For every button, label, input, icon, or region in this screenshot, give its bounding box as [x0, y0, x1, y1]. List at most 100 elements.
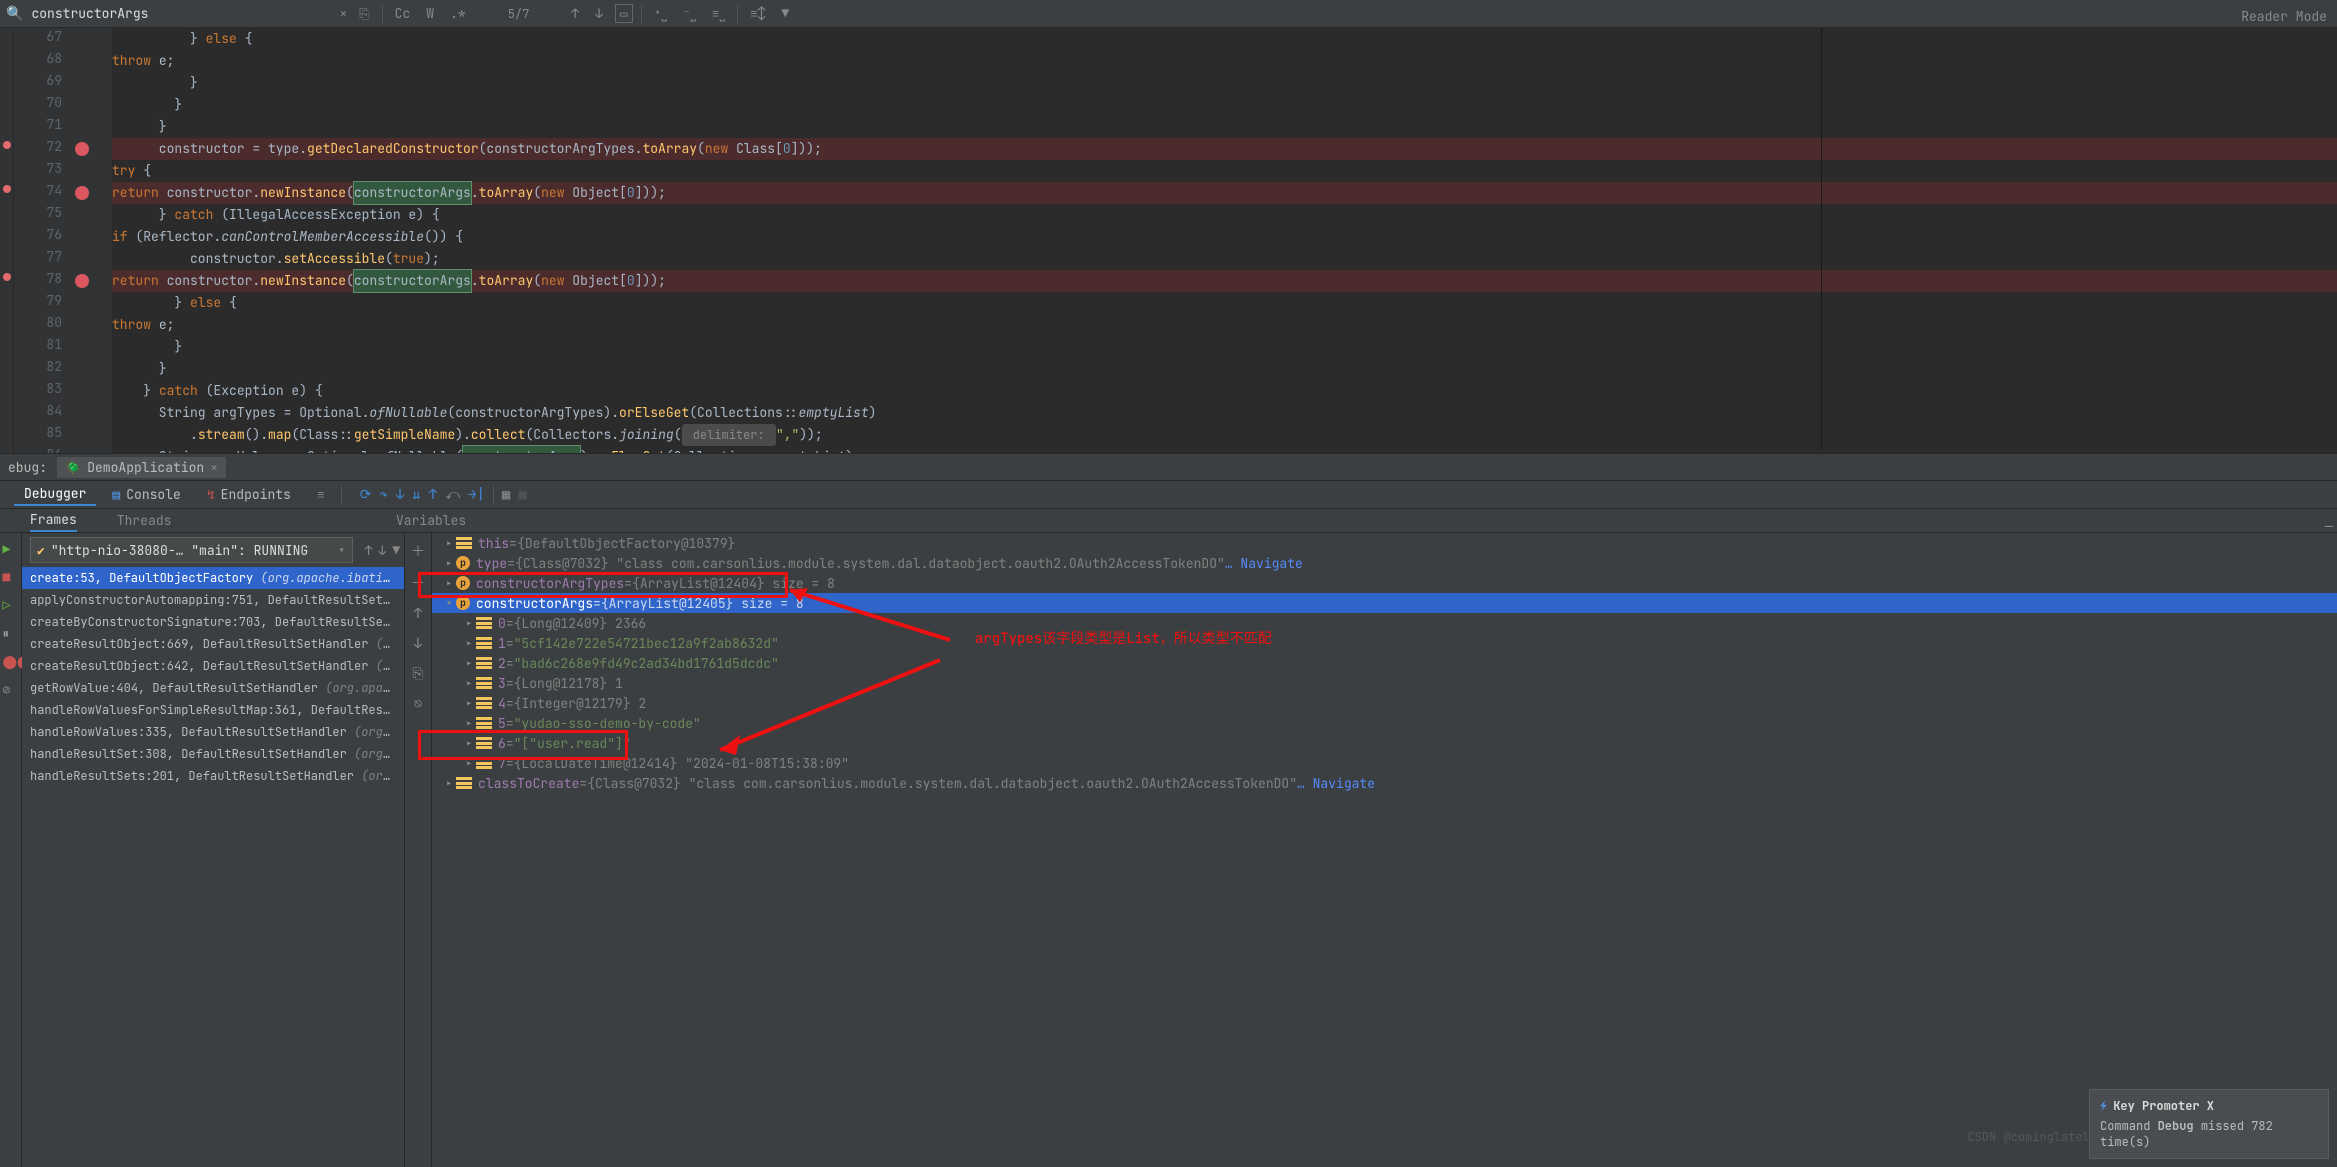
frames-tab[interactable]: Frames [30, 509, 77, 532]
hide-panel-icon[interactable]: — [2325, 518, 2333, 536]
resume-icon[interactable]: ▷ [3, 597, 19, 613]
stack-frame[interactable]: createResultObject:669, DefaultResultSet… [22, 633, 404, 655]
editor-split-line [1821, 28, 1822, 450]
run-to-cursor-icon[interactable]: →| [468, 486, 485, 504]
filter-icon[interactable]: ▼ [777, 5, 793, 22]
stack-frame[interactable]: createResultObject:642, DefaultResultSet… [22, 655, 404, 677]
stepping-toolbar: ⟳ ↷ ↓ ⇊ ↑ ⤺ →| ▦ ▦ [360, 486, 527, 504]
run-config-name: DemoApplication [87, 459, 204, 476]
chevron-down-icon: ▾ [338, 542, 346, 559]
variable-row[interactable]: 3 = {Long@12178} 1 [432, 673, 2337, 693]
drop-frame-icon[interactable]: ⤺ [445, 486, 460, 504]
find-input[interactable] [31, 5, 331, 22]
find-bar: 🔍 × ⎘ Cc W .* 5/7 ↑ ↓ ▭ ⁺⎵ ⁻⎵ ≡⎵ ≡↕ ▼ [0, 0, 2337, 28]
variable-row[interactable]: this = {DefaultObjectFactory@10379} [432, 533, 2337, 553]
regex-button[interactable]: .* [446, 5, 470, 22]
stack-frame[interactable]: applyConstructorAutomapping:751, Default… [22, 589, 404, 611]
next-match-icon[interactable]: ↓ [591, 5, 607, 22]
force-step-into-icon[interactable]: ⇊ [412, 486, 420, 504]
pin-icon[interactable]: ⎘ [355, 5, 373, 22]
variable-row[interactable]: 4 = {Integer@12179} 2 [432, 693, 2337, 713]
link-icon[interactable]: ⎋ [414, 695, 422, 713]
notification[interactable]: ⚡Key Promoter X Command Debug missed 782… [2089, 1089, 2329, 1159]
debug-title-bar: ebug: 🪲 DemoApplication × [0, 453, 2337, 481]
reader-mode-label[interactable]: Reader Mode [2241, 8, 2327, 25]
bug-icon: 🪲 [65, 459, 81, 476]
stack-frame[interactable]: createByConstructorSignature:703, Defaul… [22, 611, 404, 633]
select-all-button[interactable]: ▭ [615, 4, 633, 23]
step-out-icon[interactable]: ↑ [429, 486, 437, 504]
step-into-icon[interactable]: ↓ [396, 486, 404, 504]
variable-row[interactable]: pconstructorArgTypes = {ArrayList@12404}… [432, 573, 2337, 593]
stack-frame[interactable]: getRowValue:404, DefaultResultSetHandler… [22, 677, 404, 699]
fold-gutter[interactable] [94, 28, 112, 453]
thread-selector[interactable]: ✔ "http-nio-38080-… "main": RUNNING ▾ [30, 537, 353, 563]
debug-side-toolbar: ▶ ■ ▷ ⏸ ⬤⬤ ⊘ [0, 533, 22, 1167]
match-count: 5/7 [508, 6, 530, 22]
stack-frame[interactable]: handleResultSet:308, DefaultResultSetHan… [22, 743, 404, 765]
debug-toolwindow: ebug: 🪲 DemoApplication × Debugger ▤Cons… [0, 453, 2337, 1167]
watermark: CSDN @cominglately [1967, 1129, 2097, 1145]
variable-row[interactable]: ptype = {Class@7032} "class com.carsonli… [432, 553, 2337, 573]
show-execution-icon[interactable]: ⟳ [360, 486, 372, 504]
search-icon: 🔍 [6, 5, 23, 23]
breakpoint-gutter[interactable] [72, 28, 94, 453]
down-icon[interactable]: ↓ [414, 635, 422, 653]
thread-status-icon: ✔ [37, 542, 45, 559]
notif-body: Command Debug missed 782 time(s) [2100, 1118, 2318, 1150]
match-case-button[interactable]: Cc [391, 5, 415, 22]
remove-watch-icon[interactable]: － [411, 573, 425, 593]
step-over-icon[interactable]: ↷ [379, 486, 387, 504]
frames-panel: ✔ "http-nio-38080-… "main": RUNNING ▾ ↑ … [22, 533, 404, 1167]
view-breakpoints-icon[interactable]: ⬤⬤ [3, 653, 19, 669]
notif-title: Key Promoter X [2113, 1098, 2214, 1114]
thread-name: "http-nio-38080-… "main": RUNNING [51, 542, 308, 559]
vars-toolbar: ＋ － ↑ ↓ ⎘ ⎋ [404, 533, 432, 1167]
tab-console[interactable]: ▤Console [102, 484, 190, 505]
add-selection-icon[interactable]: ⁺⎵ [650, 5, 671, 22]
rerun-icon[interactable]: ▶ [3, 541, 19, 557]
prev-match-icon[interactable]: ↑ [567, 5, 583, 22]
add-watch-icon[interactable]: ＋ [411, 541, 425, 561]
tab-endpoints[interactable]: ↯Endpoints [197, 484, 301, 505]
stack-frame[interactable]: create:53, DefaultObjectFactory (org.apa… [22, 567, 404, 589]
variable-row[interactable]: 5 = "yudao-sso-demo-by-code" [432, 713, 2337, 733]
prev-frame-icon[interactable]: ↑ [365, 542, 373, 559]
variable-row[interactable]: 6 = "["user.read"]" [432, 733, 2337, 753]
code-area[interactable]: } else { throw e; } } } constructor = ty… [112, 28, 2337, 453]
stack-frame[interactable]: handleRowValues:335, DefaultResultSetHan… [22, 721, 404, 743]
select-all-occur-icon[interactable]: ≡⎵ [708, 5, 729, 22]
stack-frame[interactable]: handleResultSets:201, DefaultResultSetHa… [22, 765, 404, 787]
pause-icon[interactable]: ⏸ [3, 625, 19, 641]
remove-selection-icon[interactable]: ⁻⎵ [679, 5, 700, 22]
evaluate-icon[interactable]: ▦ [502, 486, 510, 504]
run-config-tab[interactable]: 🪲 DemoApplication × [57, 457, 226, 478]
variables-panel[interactable]: this = {DefaultObjectFactory@10379}ptype… [432, 533, 2337, 1167]
clear-search-icon[interactable]: × [339, 5, 347, 22]
close-tab-icon[interactable]: × [210, 459, 218, 476]
frame-filter-icon[interactable]: ▼ [392, 542, 400, 559]
variable-row[interactable]: pconstructorArgs = {ArrayList@12405} siz… [432, 593, 2337, 613]
threads-tab[interactable]: Threads [117, 512, 172, 529]
variable-row[interactable]: 2 = "bad6c268e9fd49c2ad34bd1761d5dcdc" [432, 653, 2337, 673]
words-button[interactable]: W [422, 5, 438, 22]
variable-row[interactable]: 1 = "5cf142e722e54721bec12a9f2ab8632d" [432, 633, 2337, 653]
annotation-text: argTypes该字段类型是List，所以类型不匹配 [975, 628, 1272, 648]
threads-view-icon[interactable]: ≡ [307, 484, 335, 505]
variable-row[interactable]: 0 = {Long@12409} 2366 [432, 613, 2337, 633]
next-frame-icon[interactable]: ↓ [378, 542, 386, 559]
stop-icon[interactable]: ■ [3, 569, 19, 585]
variable-row[interactable]: classToCreate = {Class@7032} "class com.… [432, 773, 2337, 793]
variable-row[interactable]: 7 = {LocalDateTime@12414} "2024-01-08T15… [432, 753, 2337, 773]
mute-breakpoints-icon[interactable]: ⊘ [3, 681, 19, 697]
filter-lines-icon[interactable]: ≡↕ [746, 5, 770, 22]
stack-frame[interactable]: handleRowValuesForSimpleResultMap:361, D… [22, 699, 404, 721]
copy-icon[interactable]: ⎘ [412, 665, 423, 683]
tab-debugger[interactable]: Debugger [14, 483, 96, 506]
panel-headers: Frames Threads Variables [0, 509, 2337, 533]
up-icon[interactable]: ↑ [414, 605, 422, 623]
line-number-gutter[interactable]: 6768697071727374757677787980818283848586 [14, 28, 72, 453]
frames-list[interactable]: create:53, DefaultObjectFactory (org.apa… [22, 567, 404, 1167]
debug-tabs: Debugger ▤Console ↯Endpoints ≡ ⟳ ↷ ↓ ⇊ ↑… [0, 481, 2337, 509]
trace-icon[interactable]: ▦ [518, 486, 526, 504]
